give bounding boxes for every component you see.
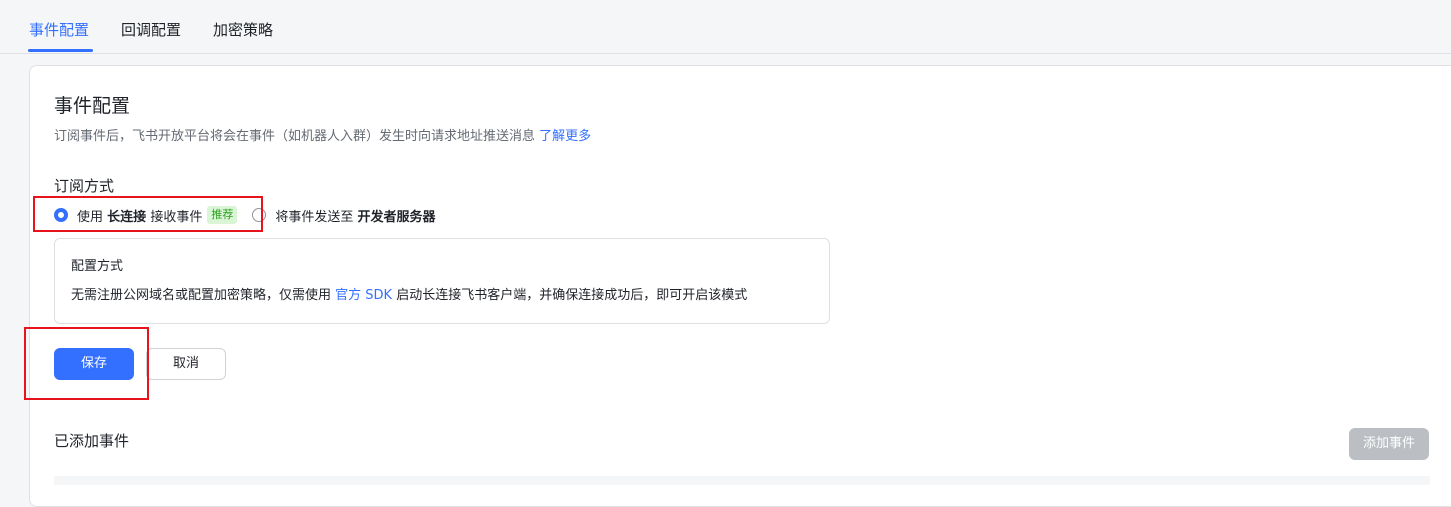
config-method-title: 配置方式: [71, 259, 124, 274]
option2-bold: 开发者服务器: [357, 209, 436, 225]
tab-encryption-policy[interactable]: 加密策略: [213, 19, 273, 41]
added-events-title: 已添加事件: [54, 432, 130, 450]
developer-server-option[interactable]: 将事件发送至 开发者服务器: [252, 206, 436, 225]
official-sdk-link[interactable]: 官方 SDK: [335, 288, 392, 303]
active-tab-indicator: [28, 49, 93, 52]
description-text: 订阅事件后，飞书开放平台将会在事件（如机器人入群）发生时向请求地址推送消息: [54, 129, 536, 144]
add-event-button[interactable]: 添加事件: [1349, 428, 1429, 460]
config-text-after: 启动长连接飞书客户端，并确保连接成功后，即可开启该模式: [396, 288, 748, 303]
developer-server-option-label: 将事件发送至 开发者服务器: [275, 206, 435, 225]
config-text-before: 无需注册公网域名或配置加密策略，仅需使用: [71, 288, 332, 303]
learn-more-link[interactable]: 了解更多: [539, 129, 591, 144]
config-method-box: [54, 238, 830, 324]
section-description: 订阅事件后，飞书开放平台将会在事件（如机器人入群）发生时向请求地址推送消息 了解…: [54, 128, 591, 146]
tab-bar: 事件配置 回调配置 加密策略: [0, 0, 1451, 54]
highlight-box-save: [24, 327, 149, 400]
config-method-text: 无需注册公网域名或配置加密策略，仅需使用 官方 SDK 启动长连接飞书客户端，并…: [71, 287, 747, 305]
subscription-method-label: 订阅方式: [54, 177, 115, 195]
cancel-button[interactable]: 取消: [146, 348, 226, 380]
highlight-box-long-connection: [33, 196, 263, 232]
option2-prefix: 将事件发送至: [275, 209, 354, 225]
section-title: 事件配置: [54, 95, 131, 117]
tab-event-config[interactable]: 事件配置: [29, 19, 89, 41]
events-table-header: [54, 476, 1430, 485]
tab-callback-config[interactable]: 回调配置: [121, 19, 181, 41]
